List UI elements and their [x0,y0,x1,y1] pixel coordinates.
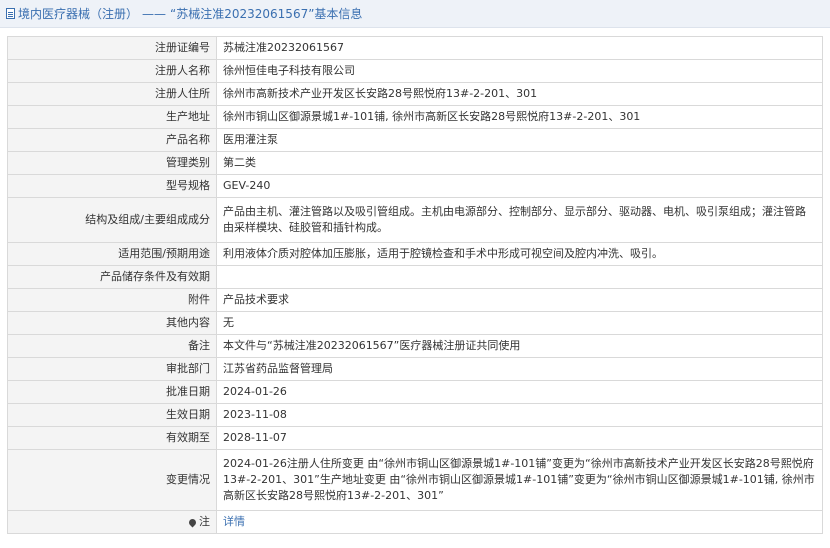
table-row: 批准日期 2024-01-26 [7,380,823,404]
row-label: 生效日期 [7,403,217,427]
table-row: 管理类别 第二类 [7,151,823,175]
row-label: 注册人名称 [7,59,217,83]
table-row: 备注 本文件与“苏械注准20232061567”医疗器械注册证共同使用 [7,334,823,358]
note-label: 注 [199,515,210,528]
table-row: 注 详情 [7,510,823,534]
breadcrumb-link[interactable]: 境内医疗器械（注册） [18,5,138,22]
row-label: 结构及组成/主要组成成分 [7,197,217,243]
row-value: 2023-11-08 [216,403,823,427]
details-link[interactable]: 详情 [223,515,245,528]
table-row: 产品储存条件及有效期 [7,265,823,289]
document-icon [6,8,15,19]
row-value: 2028-11-07 [216,426,823,450]
row-value: 利用液体介质对腔体加压膨胀，适用于腔镜检查和手术中形成可视空间及腔内冲洗、吸引。 [216,242,823,266]
row-value: 2024-01-26 [216,380,823,404]
title-separator: —— [142,6,167,21]
info-table: 注册证编号 苏械注准20232061567 注册人名称 徐州恒佳电子科技有限公司 注… [7,36,823,534]
row-label: 生产地址 [7,105,217,129]
table-row: 产品名称 医用灌注泵 [7,128,823,152]
page-title: “苏械注准20232061567”基本信息 [170,7,363,21]
row-label: 审批部门 [7,357,217,381]
row-label: 备注 [7,334,217,358]
table-row: 变更情况 2024-01-26注册人住所变更 由“徐州市铜山区御源景城1#-101… [7,449,823,511]
page-header: 境内医疗器械（注册） —— “苏械注准20232061567”基本信息 [0,0,830,28]
row-value: 本文件与“苏械注准20232061567”医疗器械注册证共同使用 [216,334,823,358]
row-value: 第二类 [216,151,823,175]
row-value: 徐州恒佳电子科技有限公司 [216,59,823,83]
table-row: 生产地址 徐州市铜山区御源景城1#-101铺, 徐州市高新区长安路28号熙悦府13… [7,105,823,129]
table-row: 审批部门 江苏省药品监督管理局 [7,357,823,381]
note-value-cell: 详情 [216,510,823,534]
row-value: 苏械注准20232061567 [216,36,823,60]
row-value: 2024-01-26注册人住所变更 由“徐州市铜山区御源景城1#-101铺”变更… [216,449,823,511]
table-row: 注册人名称 徐州恒佳电子科技有限公司 [7,59,823,83]
row-label: 有效期至 [7,426,217,450]
row-value: 徐州市铜山区御源景城1#-101铺, 徐州市高新区长安路28号熙悦府13#-2-… [216,105,823,129]
row-value: 江苏省药品监督管理局 [216,357,823,381]
row-value: 无 [216,311,823,335]
row-label: 产品储存条件及有效期 [7,265,217,289]
table-row: 注册证编号 苏械注准20232061567 [7,36,823,60]
table-row: 其他内容无 [7,311,823,335]
row-value: 产品技术要求 [216,288,823,312]
row-label: 适用范围/预期用途 [7,242,217,266]
table-row: 型号规格 GEV-240 [7,174,823,198]
table-row: 适用范围/预期用途 利用液体介质对腔体加压膨胀，适用于腔镜检查和手术中形成可视空间… [7,242,823,266]
row-value: GEV-240 [216,174,823,198]
pin-icon [187,517,198,527]
row-value [216,265,823,289]
table-row: 注册人住所 徐州市高新技术产业开发区长安路28号熙悦府13#-2-201、301 [7,82,823,106]
row-value: 产品由主机、灌注管路以及吸引管组成。主机由电源部分、控制部分、显示部分、驱动器、… [216,197,823,243]
table-row: 附件 产品技术要求 [7,288,823,312]
row-label: 型号规格 [7,174,217,198]
row-label: 附件 [7,288,217,312]
row-label: 变更情况 [7,449,217,511]
table-row: 生效日期 2023-11-08 [7,403,823,427]
row-label: 注册证编号 [7,36,217,60]
row-label: 注册人住所 [7,82,217,106]
row-value: 医用灌注泵 [216,128,823,152]
table-row: 有效期至 2028-11-07 [7,426,823,450]
row-label: 批准日期 [7,380,217,404]
note-label-cell: 注 [7,510,217,534]
row-label: 其他内容 [7,311,217,335]
row-value: 徐州市高新技术产业开发区长安路28号熙悦府13#-2-201、301 [216,82,823,106]
row-label: 产品名称 [7,128,217,152]
table-row: 结构及组成/主要组成成分 产品由主机、灌注管路以及吸引管组成。主机由电源部分、控制… [7,197,823,243]
row-label: 管理类别 [7,151,217,175]
